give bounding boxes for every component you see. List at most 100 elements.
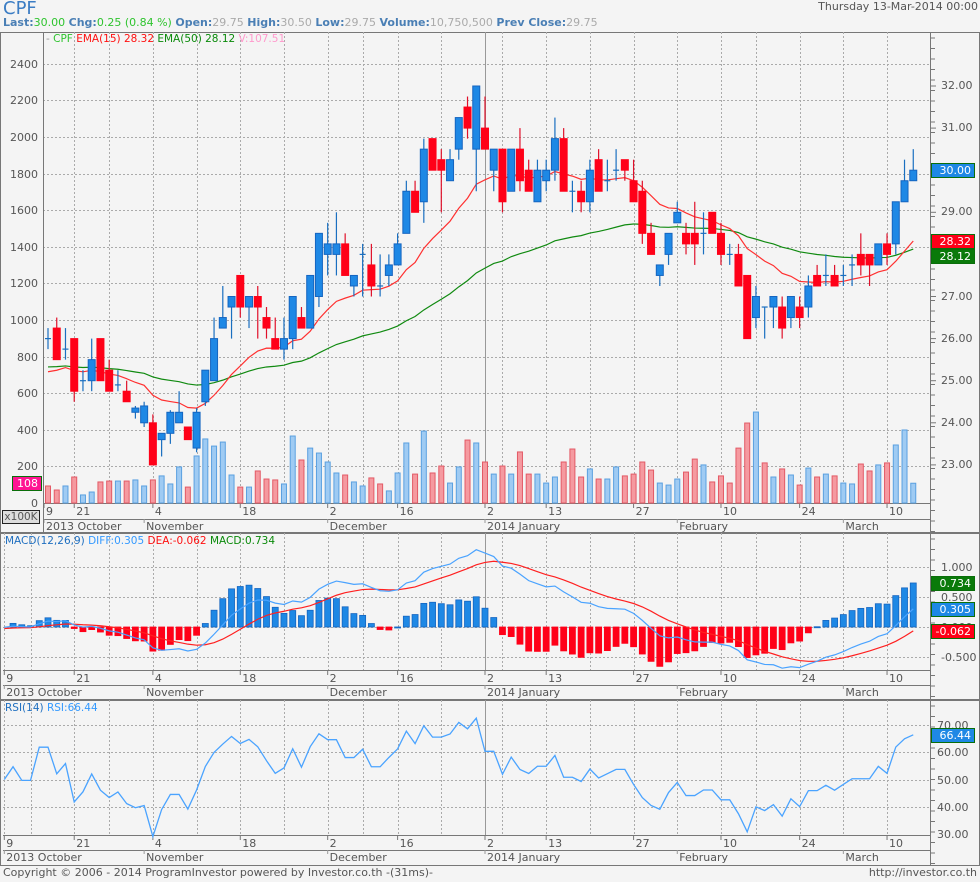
- macd-histogram-bar: [883, 603, 891, 628]
- date-tick-label: 4: [154, 505, 162, 518]
- macd-legend-macd: MACD:0.734: [209, 535, 276, 547]
- candle-body: [550, 138, 559, 171]
- candle-body: [131, 407, 140, 413]
- candle-body: [909, 169, 918, 182]
- candle-body: [105, 369, 114, 392]
- date-tick-label: 16: [399, 505, 414, 518]
- macd-legend-dea: DEA:-0.062: [147, 535, 207, 547]
- ema15-line: [47, 170, 914, 409]
- volume-bar: [403, 442, 410, 504]
- volume-value: 10,750,500: [429, 16, 493, 29]
- volume-unit-button[interactable]: x100K: [2, 510, 40, 524]
- date-tick-label: 4: [154, 837, 162, 850]
- candle-body: [830, 274, 839, 287]
- volume-bar: [482, 461, 488, 504]
- price-axis-label: 23.00: [941, 457, 973, 471]
- price-tag: 28.12: [931, 248, 975, 264]
- volume-bar: [377, 483, 384, 504]
- volume-bar: [849, 483, 856, 504]
- candle-body: [349, 274, 358, 287]
- candle-body: [271, 338, 280, 350]
- date-tick-label: 13: [548, 672, 563, 685]
- volume-bar: [342, 474, 349, 504]
- macd-histogram-bar: [796, 626, 804, 642]
- legend-symbol: CPF: [53, 33, 73, 45]
- date-tick-label: 21: [76, 505, 91, 518]
- macd-histogram-bar: [743, 626, 751, 658]
- candle-body: [419, 148, 428, 203]
- candle-body: [428, 138, 437, 171]
- volume-axis-label: 2400: [10, 57, 38, 71]
- macd-histogram-bar: [866, 607, 873, 628]
- macd-histogram-bar: [298, 615, 305, 628]
- macd-histogram-bar: [464, 600, 471, 628]
- candle-body: [594, 159, 603, 192]
- volume-bar: [840, 482, 847, 504]
- volume-bar: [814, 476, 821, 504]
- date-tick-label: 24: [801, 837, 816, 850]
- month-label: December: [329, 851, 387, 864]
- macd-histogram-bar: [411, 614, 419, 628]
- macd-histogram-bar: [210, 609, 218, 628]
- candle-body: [507, 148, 516, 192]
- last-label: Last:: [3, 16, 34, 29]
- macd-histogram-bar: [874, 603, 882, 628]
- volume-bar: [621, 475, 628, 504]
- candle-body: [218, 317, 227, 329]
- volume-bar: [901, 429, 908, 504]
- volume-bar: [219, 441, 226, 504]
- volume-bar: [394, 472, 401, 504]
- candle-body: [865, 253, 874, 266]
- volume-bar: [167, 483, 174, 504]
- macd-histogram-bar: [236, 586, 244, 628]
- price-axis-label: 26.00: [941, 331, 973, 345]
- candle-body: [227, 296, 236, 308]
- volume-bar: [464, 439, 471, 504]
- macd-histogram-bar: [761, 626, 769, 654]
- volume-bar: [184, 486, 191, 504]
- macd-histogram-bar: [420, 602, 428, 628]
- volume-bar: [787, 474, 794, 504]
- macd-histogram-bar: [446, 604, 454, 628]
- macd-histogram-bar: [813, 626, 821, 629]
- macd-histogram-bar: [193, 626, 200, 636]
- volume-axis-label: 1400: [10, 240, 38, 254]
- price-axis-label: 27.00: [941, 289, 973, 303]
- macd-histogram-bar: [70, 626, 78, 629]
- macd-histogram-bar: [228, 588, 235, 628]
- macd-histogram-bar: [901, 587, 908, 628]
- macd-histogram-bar: [289, 610, 297, 628]
- macd-axis-label: -0.500: [941, 650, 977, 664]
- candle-body: [393, 243, 402, 266]
- volume-bar: [246, 486, 253, 504]
- macd-histogram-bar: [367, 623, 375, 628]
- volume-axis-label: 0: [31, 496, 38, 510]
- candle-body: [446, 159, 455, 182]
- candle-body: [481, 127, 489, 150]
- candle-body: [411, 190, 420, 213]
- candle-body: [883, 243, 892, 255]
- macd-histogram-bar: [490, 617, 498, 628]
- volume-bar: [604, 478, 611, 504]
- candle-body: [323, 243, 332, 255]
- candle-body: [341, 243, 350, 276]
- candle-body: [620, 159, 629, 171]
- volume-bar: [237, 486, 244, 504]
- candle-body: [166, 411, 175, 434]
- macd-histogram-bar: [647, 626, 655, 662]
- candle-body: [778, 306, 787, 329]
- volume-axis-label: 400: [17, 423, 38, 437]
- volume-bar: [123, 480, 130, 504]
- high-label: High:: [247, 16, 281, 29]
- site-link[interactable]: http://investor.co.th: [869, 866, 977, 879]
- macd-histogram-bar: [472, 596, 480, 628]
- macd-histogram-bar: [507, 626, 515, 637]
- macd-histogram-bar: [638, 626, 646, 655]
- volume-bar: [822, 473, 829, 504]
- volume-label: Volume:: [379, 16, 430, 29]
- volume-axis-label: 600: [17, 386, 38, 400]
- date-tick-label: 4: [154, 672, 162, 685]
- volume-bar: [656, 482, 663, 504]
- date-tick-label: 21: [76, 837, 91, 850]
- date-tick-label: 16: [399, 672, 414, 685]
